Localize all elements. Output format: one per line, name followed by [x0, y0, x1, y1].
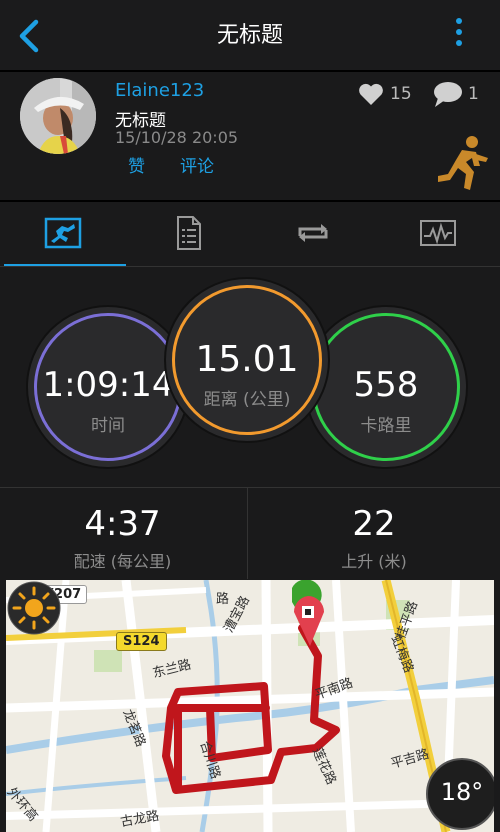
- avatar[interactable]: [20, 78, 96, 154]
- route-map[interactable]: X207 S124 漕宝路 桂平路 虹梅路 东兰路 平南路 龙茗路 合川路 莲花…: [6, 580, 494, 832]
- road-badge-s124: S124: [116, 632, 167, 651]
- secondary-stats: 4:37 配速 (每公里) 22 上升 (米): [0, 487, 500, 580]
- tab-laps[interactable]: [250, 202, 375, 266]
- more-vert-icon: [456, 18, 462, 24]
- like-button[interactable]: [358, 82, 384, 106]
- repeat-laps-icon: [298, 224, 328, 242]
- time-value: 1:09:14: [42, 365, 174, 405]
- sun-icon: [7, 581, 61, 635]
- ascent-label: 上升 (米): [341, 552, 407, 571]
- calories-label: 卡路里: [360, 416, 412, 436]
- like-count: 15: [390, 84, 412, 104]
- metrics-panel: 1:09:14 时间 558 卡路里 15.01 距离 (公里): [0, 267, 500, 485]
- avatar-image: [20, 78, 96, 154]
- activity-summary-icon: [44, 217, 82, 249]
- activity-header: Elaine123 无标题 15/10/28 20:05 赞 评论 15 1: [0, 72, 500, 200]
- ascent-stat[interactable]: 22 上升 (米): [248, 488, 500, 580]
- distance-value: 15.01: [195, 339, 299, 380]
- tab-bar: [0, 202, 500, 267]
- comment-link[interactable]: 评论: [180, 152, 214, 177]
- pace-label: 配速 (每公里): [73, 552, 172, 571]
- tab-details[interactable]: [125, 202, 250, 266]
- page-title: 无标题: [216, 23, 283, 48]
- time-metric[interactable]: 1:09:14 时间: [28, 307, 188, 467]
- weather-badge: 18°: [426, 758, 494, 830]
- comment-button[interactable]: [432, 80, 464, 108]
- temperature-value: 18°: [440, 778, 484, 806]
- document-list-icon: [177, 216, 201, 250]
- calories-value: 558: [353, 365, 419, 405]
- pace-stat[interactable]: 4:37 配速 (每公里): [0, 488, 245, 580]
- activity-datetime: 15/10/28 20:05: [115, 128, 239, 147]
- top-bar: 无标题: [0, 0, 500, 70]
- pace-value: 4:37: [84, 504, 161, 544]
- time-label: 时间: [91, 416, 125, 436]
- distance-metric[interactable]: 15.01 距离 (公里): [166, 279, 328, 441]
- calories-metric[interactable]: 558 卡路里: [306, 307, 466, 467]
- road-label: 路: [216, 592, 230, 607]
- activity-detail-screen: 无标题 Elaine123 无标题 15/10/28 20:05 赞 评论 15…: [0, 0, 500, 832]
- heart-icon: [359, 83, 383, 105]
- more-menu-button[interactable]: [452, 18, 466, 54]
- tab-charts[interactable]: [375, 202, 500, 266]
- username[interactable]: Elaine123: [115, 80, 204, 101]
- comment-count: 1: [468, 84, 479, 104]
- heart-rate-chart-icon: [420, 220, 456, 246]
- divider: [247, 487, 248, 579]
- speech-bubble-icon: [434, 82, 462, 107]
- distance-label: 距离 (公里): [203, 390, 291, 410]
- running-activity-icon: [438, 136, 488, 190]
- ascent-value: 22: [352, 504, 396, 544]
- map-canvas: [6, 580, 494, 832]
- tab-overview[interactable]: [0, 202, 125, 266]
- like-link[interactable]: 赞: [128, 152, 145, 177]
